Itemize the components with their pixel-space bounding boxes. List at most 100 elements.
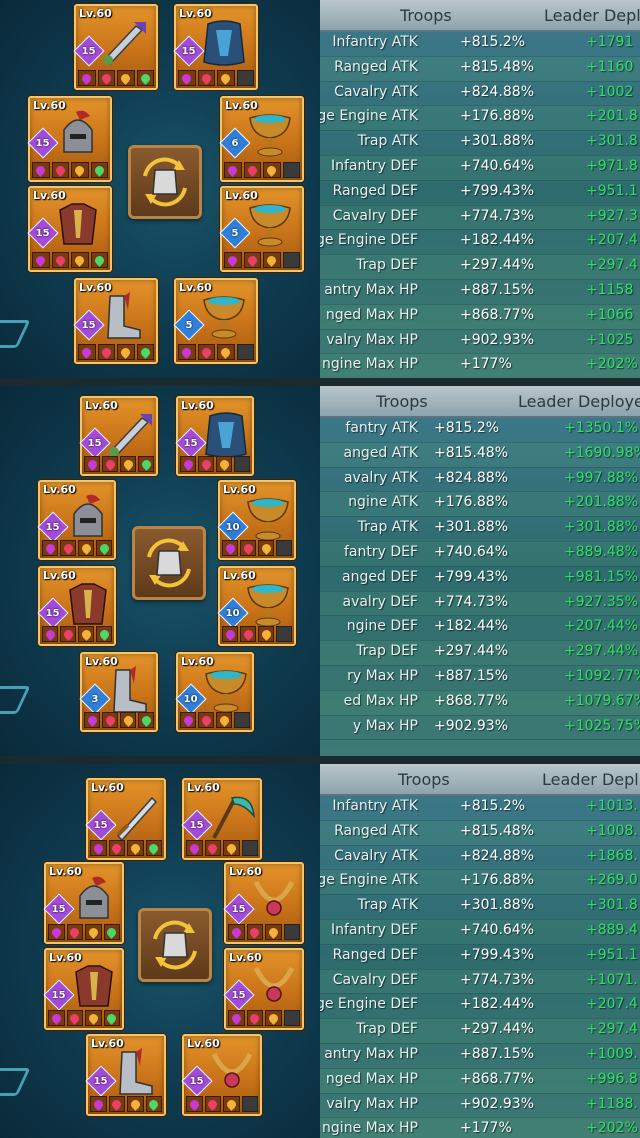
gear-slot-weapon[interactable]: Lv.60 15: [73, 4, 158, 90]
gem-socket[interactable]: [145, 1096, 162, 1112]
gear-slot-accessory-2[interactable]: Lv.60 15: [223, 948, 304, 1030]
gem-socket[interactable]: [180, 456, 196, 472]
gem-socket[interactable]: [78, 344, 96, 360]
gem-socket[interactable]: [90, 252, 108, 268]
gem-socket[interactable]: [102, 456, 118, 472]
gear-slot-accessory-1[interactable]: Lv.60 6: [219, 96, 304, 182]
gem-socket[interactable]: [222, 626, 238, 642]
gem-socket[interactable]: [108, 1096, 125, 1112]
gem-socket[interactable]: [71, 252, 89, 268]
gem-socket[interactable]: [127, 1096, 144, 1112]
gem-socket[interactable]: [78, 70, 96, 86]
gem-socket[interactable]: [217, 70, 235, 86]
gear-slot-accessory-3[interactable]: Lv.60 15: [181, 1034, 262, 1116]
gem-socket[interactable]: [265, 924, 282, 940]
gem-socket[interactable]: [258, 540, 274, 556]
gem-socket[interactable]: [197, 344, 215, 360]
gem-socket[interactable]: [120, 712, 136, 728]
gem-socket[interactable]: [178, 344, 196, 360]
gem-socket[interactable]: [263, 162, 281, 178]
gem-socket[interactable]: [84, 712, 100, 728]
gear-slot-accessory-2[interactable]: Lv.60 5: [219, 186, 304, 272]
gem-socket[interactable]: [246, 1010, 263, 1026]
empty-gem-socket[interactable]: [234, 456, 250, 472]
gem-socket[interactable]: [78, 540, 94, 556]
gear-slot-accessory-3[interactable]: Lv.60 10: [175, 652, 254, 732]
empty-gem-socket[interactable]: [283, 924, 300, 940]
gear-slot-accessory-1[interactable]: Lv.60 10: [217, 480, 296, 560]
gem-socket[interactable]: [60, 540, 76, 556]
empty-gem-socket[interactable]: [234, 712, 250, 728]
gem-socket[interactable]: [228, 924, 245, 940]
gear-slot-cloak[interactable]: Lv.60 15: [181, 778, 262, 860]
swap-gear-button[interactable]: [138, 908, 212, 982]
gem-socket[interactable]: [228, 1010, 245, 1026]
gem-socket[interactable]: [217, 344, 235, 360]
gem-socket[interactable]: [258, 626, 274, 642]
gem-socket[interactable]: [85, 924, 102, 940]
gem-socket[interactable]: [42, 626, 58, 642]
gem-socket[interactable]: [216, 456, 232, 472]
gear-slot-weapon[interactable]: Lv.60 15: [79, 396, 158, 476]
gem-socket[interactable]: [42, 540, 58, 556]
gear-slot-boots[interactable]: Lv.60 15: [73, 278, 158, 364]
gear-slot-weapon[interactable]: Lv.60 15: [85, 778, 166, 860]
empty-gem-socket[interactable]: [236, 344, 254, 360]
gem-socket[interactable]: [60, 626, 76, 642]
gear-slot-armor[interactable]: Lv.60 15: [43, 948, 124, 1030]
gem-socket[interactable]: [145, 840, 162, 856]
gear-slot-armor[interactable]: Lv.60 15: [37, 566, 116, 646]
empty-gem-socket[interactable]: [282, 252, 300, 268]
gem-socket[interactable]: [102, 712, 118, 728]
gem-socket[interactable]: [223, 1096, 240, 1112]
gear-slot-helmet[interactable]: Lv.60 15: [37, 480, 116, 560]
gem-socket[interactable]: [240, 540, 256, 556]
gem-socket[interactable]: [204, 840, 221, 856]
gem-socket[interactable]: [90, 1096, 107, 1112]
gear-slot-cloak[interactable]: Lv.60 15: [173, 4, 258, 90]
gem-socket[interactable]: [265, 1010, 282, 1026]
empty-gem-socket[interactable]: [241, 1096, 258, 1112]
gear-slot-armor[interactable]: Lv.60 15: [27, 186, 112, 272]
gem-socket[interactable]: [240, 626, 256, 642]
gem-socket[interactable]: [66, 924, 83, 940]
gem-socket[interactable]: [108, 840, 125, 856]
gear-slot-accessory-1[interactable]: Lv.60 15: [223, 862, 304, 944]
gem-socket[interactable]: [32, 162, 50, 178]
empty-gem-socket[interactable]: [236, 70, 254, 86]
gem-socket[interactable]: [97, 70, 115, 86]
gem-socket[interactable]: [48, 1010, 65, 1026]
empty-gem-socket[interactable]: [276, 626, 292, 642]
gem-socket[interactable]: [85, 1010, 102, 1026]
gem-socket[interactable]: [138, 456, 154, 472]
gem-socket[interactable]: [138, 712, 154, 728]
gem-socket[interactable]: [186, 840, 203, 856]
gem-socket[interactable]: [223, 840, 240, 856]
gem-socket[interactable]: [216, 712, 232, 728]
gem-socket[interactable]: [222, 540, 238, 556]
gem-socket[interactable]: [90, 840, 107, 856]
gem-socket[interactable]: [117, 344, 135, 360]
gem-socket[interactable]: [136, 70, 154, 86]
gear-slot-boots[interactable]: Lv.60 15: [85, 1034, 166, 1116]
gem-socket[interactable]: [224, 162, 242, 178]
empty-gem-socket[interactable]: [241, 840, 258, 856]
gem-socket[interactable]: [71, 162, 89, 178]
gem-socket[interactable]: [136, 344, 154, 360]
gem-socket[interactable]: [243, 162, 261, 178]
gem-socket[interactable]: [103, 924, 120, 940]
gem-socket[interactable]: [263, 252, 281, 268]
gear-slot-helmet[interactable]: Lv.60 15: [43, 862, 124, 944]
gem-socket[interactable]: [120, 456, 136, 472]
gem-socket[interactable]: [51, 252, 69, 268]
gem-socket[interactable]: [48, 924, 65, 940]
gear-slot-accessory-2[interactable]: Lv.60 10: [217, 566, 296, 646]
gear-slot-cloak[interactable]: Lv.60 15: [175, 396, 254, 476]
gem-socket[interactable]: [246, 924, 263, 940]
gem-socket[interactable]: [224, 252, 242, 268]
gear-slot-accessory-3[interactable]: Lv.60 5: [173, 278, 258, 364]
gem-socket[interactable]: [186, 1096, 203, 1112]
gem-socket[interactable]: [243, 252, 261, 268]
gem-socket[interactable]: [96, 626, 112, 642]
gem-socket[interactable]: [96, 540, 112, 556]
